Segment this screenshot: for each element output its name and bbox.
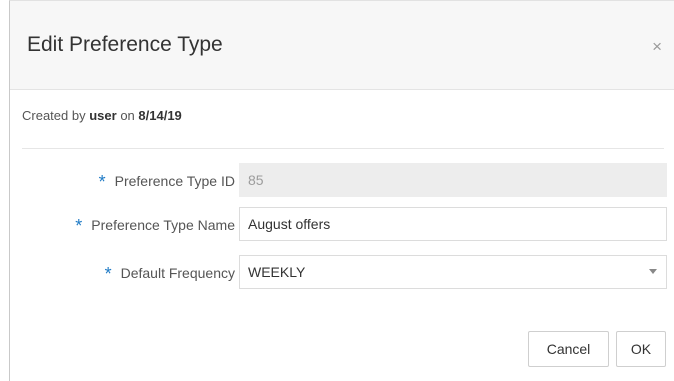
label-text: Preference Type ID xyxy=(114,173,235,189)
divider xyxy=(22,148,664,149)
dialog-title: Edit Preference Type xyxy=(27,33,223,56)
created-info: Created by user on 8/14/19 xyxy=(22,108,182,123)
required-marker: * xyxy=(98,172,106,192)
created-date: 8/14/19 xyxy=(138,108,182,123)
preference-type-id-row: * Preference Type ID xyxy=(10,163,674,199)
chevron-down-icon xyxy=(649,269,657,274)
preference-type-name-input[interactable] xyxy=(239,207,667,241)
default-frequency-label: * Default Frequency xyxy=(105,255,235,291)
preference-type-name-label: * Preference Type Name xyxy=(75,207,235,243)
preference-type-id-label: * Preference Type ID xyxy=(99,163,235,199)
preference-type-id-field xyxy=(239,163,667,197)
created-by-user: user xyxy=(89,108,117,123)
default-frequency-value: WEEKLY xyxy=(248,264,306,280)
default-frequency-select[interactable]: WEEKLY xyxy=(239,255,667,289)
created-on-text: on xyxy=(120,108,135,123)
required-marker: * xyxy=(104,264,112,284)
required-marker: * xyxy=(75,216,83,236)
cancel-button[interactable]: Cancel xyxy=(528,331,609,367)
label-text: Preference Type Name xyxy=(91,217,235,233)
edit-preference-type-dialog: Edit Preference Type × Created by user o… xyxy=(9,0,674,381)
ok-button[interactable]: OK xyxy=(616,331,666,367)
dialog-header: Edit Preference Type × xyxy=(10,1,674,90)
label-text: Default Frequency xyxy=(120,265,235,281)
close-icon[interactable]: × xyxy=(652,38,662,55)
preference-type-name-row: * Preference Type Name xyxy=(10,207,674,243)
created-by-prefix: Created by xyxy=(22,108,86,123)
default-frequency-row: * Default Frequency WEEKLY xyxy=(10,255,674,291)
